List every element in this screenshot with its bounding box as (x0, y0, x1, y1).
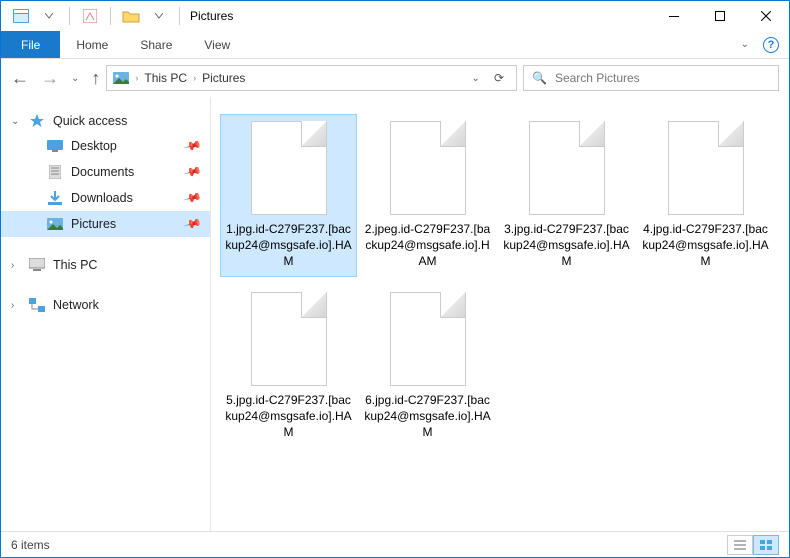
separator (179, 7, 180, 25)
tab-view[interactable]: View (188, 31, 246, 58)
documents-icon (47, 164, 63, 180)
chevron-down-icon[interactable] (35, 4, 63, 28)
chevron-down-icon[interactable]: ⌄ (11, 116, 19, 127)
status-bar: 6 items (1, 531, 789, 557)
computer-icon (29, 257, 45, 273)
pin-icon: 📌 (183, 188, 203, 208)
address-dropdown-icon[interactable]: ⌄ (470, 73, 482, 84)
sidebar-item-label: Pictures (71, 217, 116, 231)
separator (110, 7, 111, 25)
refresh-button[interactable]: ⟳ (488, 71, 510, 85)
back-button[interactable]: ← (11, 69, 29, 87)
search-input[interactable]: 🔍 Search Pictures (523, 65, 779, 91)
breadcrumb-root[interactable]: This PC (144, 71, 187, 85)
pin-icon: 📌 (183, 214, 203, 234)
window-controls (651, 1, 789, 31)
item-count: 6 items (11, 538, 50, 552)
network-icon (29, 297, 45, 313)
tab-home[interactable]: Home (60, 31, 124, 58)
maximize-button[interactable] (697, 1, 743, 31)
icons-view-button[interactable] (753, 535, 779, 555)
chevron-right-icon[interactable]: › (11, 260, 14, 271)
file-name: 3.jpg.id-C279F237.[backup24@msgsafe.io].… (501, 221, 632, 270)
sidebar-item-pictures[interactable]: Pictures 📌 (1, 211, 210, 237)
navigation-bar: ← → ⌄ ↑ › This PC › Pictures ⌄ ⟳ 🔍 Searc… (1, 59, 789, 97)
explorer-window: Pictures File Home Share View ⌄ ? ← → ⌄ … (0, 0, 790, 558)
file-list[interactable]: 1.jpg.id-C279F237.[backup24@msgsafe.io].… (211, 97, 789, 531)
details-view-button[interactable] (727, 535, 753, 555)
up-button[interactable]: ↑ (91, 69, 100, 87)
pictures-icon (47, 216, 63, 232)
star-icon (29, 113, 45, 129)
sidebar-item-label: Desktop (71, 139, 117, 153)
file-item[interactable]: 3.jpg.id-C279F237.[backup24@msgsafe.io].… (499, 115, 634, 276)
titlebar: Pictures (1, 1, 789, 31)
sidebar-quick-access[interactable]: ⌄ Quick access (1, 109, 210, 133)
sidebar-item-label: Documents (71, 165, 134, 179)
sidebar-item-label: Downloads (71, 191, 133, 205)
file-item[interactable]: 4.jpg.id-C279F237.[backup24@msgsafe.io].… (638, 115, 773, 276)
search-placeholder: Search Pictures (555, 71, 640, 85)
minimize-button[interactable] (651, 1, 697, 31)
nav-arrows: ← → ⌄ ↑ (11, 69, 100, 87)
file-name: 5.jpg.id-C279F237.[backup24@msgsafe.io].… (223, 392, 354, 441)
ribbon-expand-icon[interactable]: ⌄ (741, 39, 749, 50)
desktop-icon (47, 138, 63, 154)
navigation-pane: ⌄ Quick access Desktop 📌 Documents 📌 Dow (1, 97, 211, 531)
file-name: 2.jpeg.id-C279F237.[backup24@msgsafe.io]… (362, 221, 493, 270)
pin-icon: 📌 (183, 136, 203, 156)
file-icon (251, 121, 327, 215)
chevron-right-icon[interactable]: › (193, 73, 196, 83)
sidebar-item-label: Network (53, 298, 99, 312)
file-icon (668, 121, 744, 215)
file-name: 6.jpg.id-C279F237.[backup24@msgsafe.io].… (362, 392, 493, 441)
sidebar-network[interactable]: › Network (1, 293, 210, 317)
file-icon (529, 121, 605, 215)
downloads-icon (47, 190, 63, 206)
sidebar-item-desktop[interactable]: Desktop 📌 (1, 133, 210, 159)
sidebar-item-documents[interactable]: Documents 📌 (1, 159, 210, 185)
file-name: 1.jpg.id-C279F237.[backup24@msgsafe.io].… (223, 221, 354, 270)
sidebar-this-pc[interactable]: › This PC (1, 253, 210, 277)
pictures-icon (113, 70, 129, 86)
forward-button[interactable]: → (41, 69, 59, 87)
sidebar-item-label: Quick access (53, 114, 127, 128)
sidebar-item-label: This PC (53, 258, 97, 272)
pin-icon: 📌 (183, 162, 203, 182)
history-dropdown-icon[interactable]: ⌄ (71, 73, 79, 84)
file-icon (251, 292, 327, 386)
quick-access-toolbar: Pictures (1, 4, 233, 28)
chevron-down-icon[interactable] (145, 4, 173, 28)
chevron-right-icon[interactable]: › (135, 73, 138, 83)
separator (69, 7, 70, 25)
help-icon[interactable]: ? (763, 37, 779, 53)
file-icon (390, 292, 466, 386)
address-bar[interactable]: › This PC › Pictures ⌄ ⟳ (106, 65, 517, 91)
file-item[interactable]: 2.jpeg.id-C279F237.[backup24@msgsafe.io]… (360, 115, 495, 276)
file-item[interactable]: 6.jpg.id-C279F237.[backup24@msgsafe.io].… (360, 286, 495, 447)
file-item[interactable]: 1.jpg.id-C279F237.[backup24@msgsafe.io].… (221, 115, 356, 276)
tab-share[interactable]: Share (124, 31, 188, 58)
file-name: 4.jpg.id-C279F237.[backup24@msgsafe.io].… (640, 221, 771, 270)
ribbon: File Home Share View ⌄ ? (1, 31, 789, 59)
properties-icon[interactable] (76, 4, 104, 28)
breadcrumb-current[interactable]: Pictures (202, 71, 245, 85)
app-icon (7, 4, 35, 28)
chevron-right-icon[interactable]: › (11, 300, 14, 311)
body: ⌄ Quick access Desktop 📌 Documents 📌 Dow (1, 97, 789, 531)
sidebar-item-downloads[interactable]: Downloads 📌 (1, 185, 210, 211)
window-title: Pictures (190, 9, 233, 23)
close-button[interactable] (743, 1, 789, 31)
file-icon (390, 121, 466, 215)
search-icon: 🔍 (532, 71, 547, 85)
file-tab[interactable]: File (1, 31, 60, 58)
view-toggle (727, 535, 779, 555)
file-item[interactable]: 5.jpg.id-C279F237.[backup24@msgsafe.io].… (221, 286, 356, 447)
folder-icon[interactable] (117, 4, 145, 28)
